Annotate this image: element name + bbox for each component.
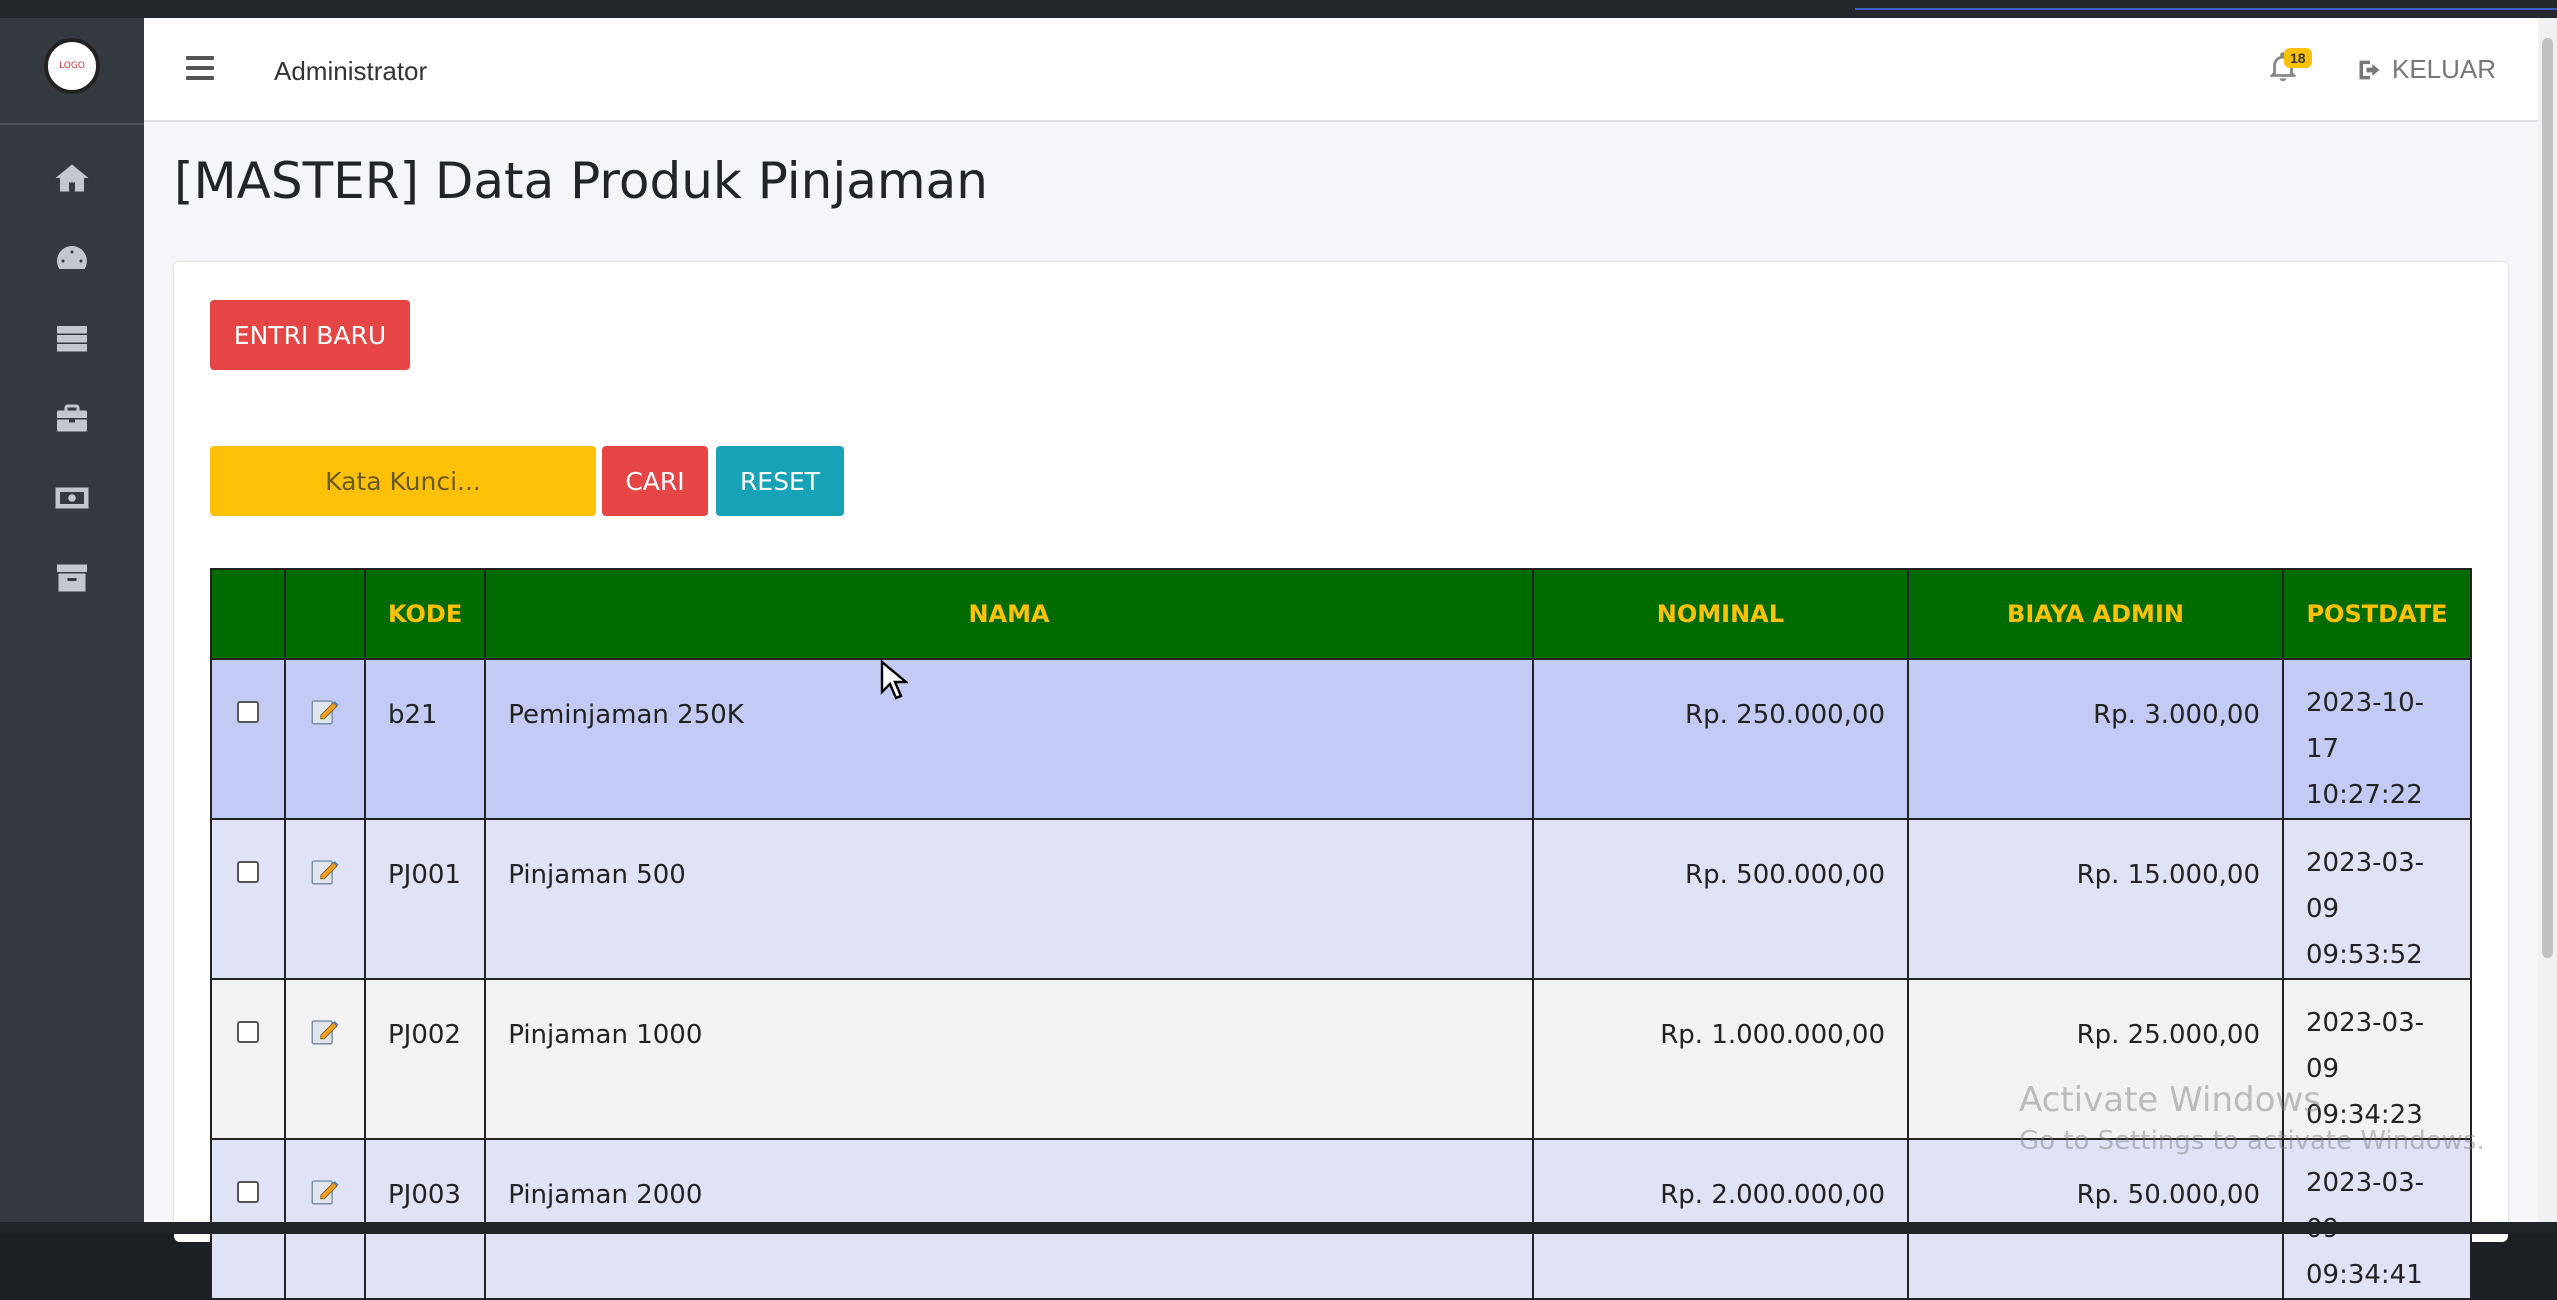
- cell-kode: PJ002: [363, 978, 487, 1140]
- cell-nominal: Rp. 250.000,00: [1531, 658, 1910, 820]
- cell-postdate: 2023-03-0909:34:41: [2281, 1138, 2473, 1300]
- main-content: Administrator 18 KELUAR [MASTER] Data Pr…: [144, 18, 2538, 1300]
- header-select: [210, 568, 286, 660]
- cell-nominal: Rp. 500.000,00: [1531, 818, 1910, 980]
- page-title: [MASTER] Data Produk Pinjaman: [174, 152, 988, 210]
- home-icon[interactable]: [52, 158, 92, 198]
- row-edit-cell: [283, 1138, 366, 1300]
- screen-top-strip: [0, 0, 2557, 18]
- row-select-cell: [210, 658, 286, 820]
- cell-nominal: Rp. 1.000.000,00: [1531, 978, 1910, 1140]
- edit-icon[interactable]: [308, 1014, 342, 1048]
- mouse-cursor-icon: [880, 660, 908, 700]
- top-navbar: Administrator 18 KELUAR: [144, 18, 2538, 122]
- row-edit-cell: [283, 978, 366, 1140]
- postdate-time: 09:53:52: [2305, 940, 2423, 970]
- cell-postdate: 2023-10-17 10:27:22: [2281, 658, 2473, 820]
- edit-icon[interactable]: [308, 854, 342, 888]
- cell-postdate: 2023-03-09 09:53:52: [2281, 818, 2473, 980]
- header-biaya-admin[interactable]: BIAYA ADMIN: [1907, 568, 2284, 660]
- row-select-cell: [210, 1138, 286, 1300]
- row-select-cell: [210, 978, 286, 1140]
- header-nama[interactable]: NAMA: [484, 568, 1534, 660]
- cell-kode: PJ003: [363, 1138, 487, 1300]
- keyword-search-input[interactable]: [210, 446, 596, 516]
- new-entry-button[interactable]: ENTRI BARU: [210, 300, 410, 370]
- cell-biaya-admin: Rp. 15.000,00: [1907, 818, 2284, 980]
- cell-nama: Pinjaman 2000: [484, 1138, 1534, 1300]
- header-nominal[interactable]: NOMINAL: [1531, 568, 1910, 660]
- cell-biaya-admin: Rp. 50.000,00: [1907, 1138, 2284, 1300]
- header-postdate[interactable]: POSTDATE: [2281, 568, 2473, 660]
- edit-icon[interactable]: [308, 1174, 342, 1208]
- postdate-date: 2023-03-09: [2305, 848, 2424, 924]
- edit-icon[interactable]: [308, 694, 342, 728]
- briefcase-icon[interactable]: [52, 398, 92, 438]
- user-label: Administrator: [274, 56, 428, 86]
- loan-products-table: KODE NAMA NOMINAL BIAYA ADMIN POSTDATE b…: [210, 568, 2473, 1300]
- row-checkbox[interactable]: [236, 701, 259, 723]
- cell-kode: b21: [363, 658, 487, 820]
- table-row[interactable]: PJ001 Pinjaman 500 Rp. 500.000,00 Rp. 15…: [210, 818, 2473, 980]
- watermark-line-2: Go to Settings to activate Windows.: [2019, 1126, 2485, 1156]
- cell-kode: PJ001: [363, 818, 487, 980]
- postdate-date: 2023-10-17: [2305, 688, 2424, 764]
- sidebar-divider: [0, 123, 144, 125]
- postdate-time: 10:27:22: [2305, 780, 2423, 810]
- screen-bottom-strip: [0, 1222, 2557, 1234]
- logo-text: LOGO: [59, 61, 85, 71]
- table-header-row: KODE NAMA NOMINAL BIAYA ADMIN POSTDATE: [210, 568, 2473, 660]
- cell-nama: Peminjaman 250K: [484, 658, 1534, 820]
- money-icon[interactable]: [52, 478, 92, 518]
- postdate-date: 2023-03-09: [2305, 1008, 2424, 1084]
- search-button[interactable]: CARI: [602, 446, 708, 516]
- row-edit-cell: [283, 818, 366, 980]
- header-kode[interactable]: KODE: [363, 568, 487, 660]
- cell-nominal: Rp. 2.000.000,00: [1531, 1138, 1910, 1300]
- header-edit: [283, 568, 366, 660]
- page-scrollbar[interactable]: [2538, 18, 2557, 1222]
- logout-icon: [2359, 60, 2380, 79]
- row-checkbox[interactable]: [236, 1021, 259, 1043]
- cell-nama: Pinjaman 1000: [484, 978, 1534, 1140]
- postdate-time: 09:34:41: [2305, 1260, 2423, 1290]
- row-edit-cell: [283, 658, 366, 820]
- cell-biaya-admin: Rp. 3.000,00: [1907, 658, 2284, 820]
- cell-nama: Pinjaman 500: [484, 818, 1534, 980]
- row-checkbox[interactable]: [236, 1181, 259, 1203]
- logout-label: KELUAR: [2392, 54, 2497, 84]
- table-row[interactable]: PJ003 Pinjaman 2000 Rp. 2.000.000,00 Rp.…: [210, 1138, 2473, 1300]
- archive-icon[interactable]: [52, 558, 92, 598]
- scrollbar-thumb[interactable]: [2542, 38, 2553, 958]
- app-logo[interactable]: LOGO: [44, 38, 100, 94]
- windows-activation-watermark: Activate Windows Go to Settings to activ…: [2019, 1080, 2485, 1156]
- row-checkbox[interactable]: [236, 861, 259, 883]
- reset-button[interactable]: RESET: [716, 446, 844, 516]
- watermark-line-1: Activate Windows: [2019, 1080, 2321, 1120]
- dashboard-icon[interactable]: [52, 238, 92, 278]
- logout-button[interactable]: KELUAR: [2356, 54, 2496, 85]
- server-icon[interactable]: [52, 318, 92, 358]
- sidebar: LOGO: [0, 18, 144, 1222]
- notification-badge: 18: [2284, 48, 2312, 68]
- table-row[interactable]: b21 Peminjaman 250K Rp. 250.000,00 Rp. 3…: [210, 658, 2473, 820]
- row-select-cell: [210, 818, 286, 980]
- menu-toggle-icon[interactable]: [186, 56, 214, 84]
